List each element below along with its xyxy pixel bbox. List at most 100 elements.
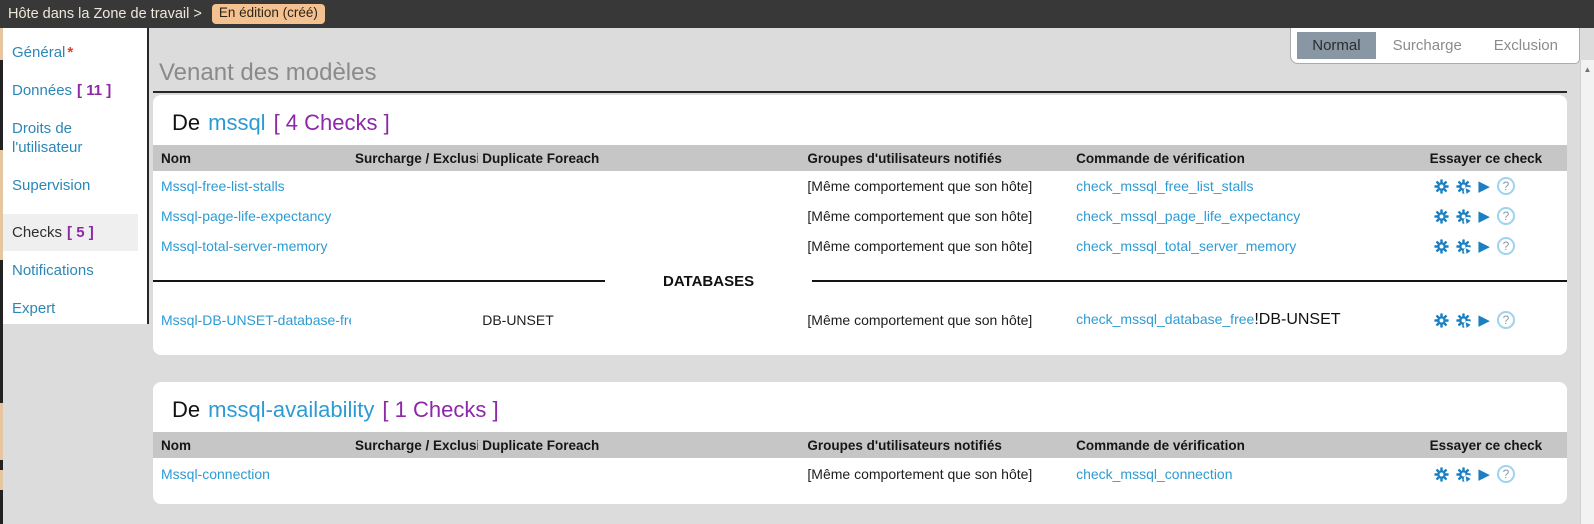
column-header-commande: Commande de vérification bbox=[1072, 151, 1426, 166]
sidebar-item-label: Expert bbox=[12, 300, 55, 317]
gear-arrow-icon[interactable] bbox=[1456, 313, 1471, 328]
required-asterisk: * bbox=[67, 44, 73, 61]
check-command-link[interactable]: check_mssql_database_free bbox=[1076, 311, 1254, 327]
try-check-actions: ▶ ? bbox=[1426, 311, 1567, 329]
separator-line bbox=[153, 280, 605, 282]
check-name-link[interactable]: Mssql-page-life-expectancy bbox=[161, 208, 331, 224]
column-header-surcharge: Surcharge / Exclusion bbox=[351, 438, 478, 453]
template-section-mssql: De mssql [ 4 Checks ] Nom Surcharge / Ex… bbox=[153, 95, 1567, 355]
gear-icon[interactable] bbox=[1434, 209, 1449, 224]
check-command-link[interactable]: check_mssql_connection bbox=[1076, 466, 1232, 482]
sidebar-item-general[interactable]: Général* bbox=[3, 43, 147, 62]
check-command-link[interactable]: check_mssql_free_list_stalls bbox=[1076, 178, 1253, 194]
check-name-link[interactable]: Mssql-connection bbox=[161, 466, 270, 482]
section-header: De mssql [ 4 Checks ] bbox=[153, 95, 1567, 145]
duplicate-cell: DB-UNSET bbox=[478, 312, 803, 328]
template-name-link[interactable]: mssql bbox=[208, 110, 265, 136]
table-row: Mssql-connection [Même comportement que … bbox=[153, 458, 1567, 490]
toggle-surcharge[interactable]: Surcharge bbox=[1378, 32, 1477, 59]
table-row: Mssql-total-server-memory [Même comporte… bbox=[153, 231, 1567, 261]
play-icon[interactable]: ▶ bbox=[1478, 209, 1490, 224]
column-header-surcharge: Surcharge / Exclusion bbox=[351, 151, 478, 166]
play-icon[interactable]: ▶ bbox=[1478, 467, 1490, 482]
column-header-groupes: Groupes d'utilisateurs notifiés bbox=[803, 438, 1072, 453]
toggle-exclusion[interactable]: Exclusion bbox=[1479, 32, 1573, 59]
sidebar-item-label: Général bbox=[12, 44, 65, 61]
toggle-normal[interactable]: Normal bbox=[1297, 32, 1375, 59]
question-circle-icon[interactable]: ? bbox=[1497, 177, 1515, 195]
play-icon[interactable]: ▶ bbox=[1478, 313, 1490, 328]
notified-groups-cell: [Même comportement que son hôte] bbox=[803, 208, 1072, 224]
play-icon[interactable]: ▶ bbox=[1478, 239, 1490, 254]
column-header-groupes: Groupes d'utilisateurs notifiés bbox=[803, 151, 1072, 166]
checks-count: [ 4 Checks ] bbox=[274, 110, 390, 136]
sidebar-item-checks[interactable]: Checks [ 5 ] bbox=[3, 214, 138, 251]
vertical-scrollbar[interactable]: ▲ bbox=[1580, 60, 1594, 524]
sidebar-item-label: Checks bbox=[12, 224, 62, 241]
question-circle-icon[interactable]: ? bbox=[1497, 237, 1515, 255]
try-check-actions: ▶ ? bbox=[1426, 207, 1567, 225]
gear-arrow-icon[interactable] bbox=[1456, 467, 1471, 482]
question-circle-icon[interactable]: ? bbox=[1497, 465, 1515, 483]
item-count-badge: [ 5 ] bbox=[67, 224, 94, 241]
try-check-actions: ▶ ? bbox=[1426, 465, 1567, 483]
column-header-duplicate: Duplicate Foreach bbox=[478, 151, 803, 166]
question-circle-icon[interactable]: ? bbox=[1497, 207, 1515, 225]
column-header-nom: Nom bbox=[153, 438, 351, 453]
sidebar-item-expert[interactable]: Expert bbox=[3, 299, 147, 318]
scroll-up-icon[interactable]: ▲ bbox=[1581, 60, 1594, 74]
gear-icon[interactable] bbox=[1434, 239, 1449, 254]
play-icon[interactable]: ▶ bbox=[1478, 179, 1490, 194]
column-header-essayer: Essayer ce check bbox=[1426, 151, 1567, 166]
table-row: Mssql-page-life-expectancy [Même comport… bbox=[153, 201, 1567, 231]
column-header-nom: Nom bbox=[153, 151, 351, 166]
section-prefix: De bbox=[172, 397, 200, 423]
table-header: Nom Surcharge / Exclusion Duplicate Fore… bbox=[153, 145, 1567, 171]
table-row: Mssql-DB-UNSET-database-free DB-UNSET [M… bbox=[153, 301, 1567, 339]
check-name-link[interactable]: Mssql-total-server-memory bbox=[161, 238, 327, 254]
template-name-link[interactable]: mssql-availability bbox=[208, 397, 374, 423]
question-circle-icon[interactable]: ? bbox=[1497, 311, 1515, 329]
sidebar-item-droits-utilisateur[interactable]: Droits de l'utilisateur bbox=[3, 119, 147, 157]
notified-groups-cell: [Même comportement que son hôte] bbox=[803, 178, 1072, 194]
column-header-essayer: Essayer ce check bbox=[1426, 438, 1567, 453]
gear-icon[interactable] bbox=[1434, 313, 1449, 328]
notified-groups-cell: [Même comportement que son hôte] bbox=[803, 466, 1072, 482]
top-bar: Hôte dans la Zone de travail > En éditio… bbox=[0, 0, 1594, 28]
check-command-link[interactable]: check_mssql_page_life_expectancy bbox=[1076, 208, 1300, 224]
try-check-actions: ▶ ? bbox=[1426, 237, 1567, 255]
sidebar-item-donnees[interactable]: Données[ 11 ] bbox=[3, 81, 147, 100]
column-header-duplicate: Duplicate Foreach bbox=[478, 438, 803, 453]
sidebar-item-label: Notifications bbox=[12, 262, 94, 279]
check-name-link[interactable]: Mssql-DB-UNSET-database-free bbox=[161, 312, 351, 328]
separator-label: DATABASES bbox=[663, 273, 754, 290]
sidebar-item-notifications[interactable]: Notifications bbox=[3, 261, 147, 280]
sidebar-item-supervision[interactable]: Supervision bbox=[3, 176, 147, 195]
template-section-mssql-availability: De mssql-availability [ 1 Checks ] Nom S… bbox=[153, 382, 1567, 504]
sidebar-item-label: Supervision bbox=[12, 177, 90, 194]
checks-count: [ 1 Checks ] bbox=[382, 397, 498, 423]
notified-groups-cell: [Même comportement que son hôte] bbox=[803, 238, 1072, 254]
gear-arrow-icon[interactable] bbox=[1456, 209, 1471, 224]
page-title: Venant des modèles bbox=[159, 59, 377, 86]
separator-line bbox=[812, 280, 1567, 282]
sidebar: Général* Données[ 11 ] Droits de l'utili… bbox=[3, 28, 149, 324]
column-header-commande: Commande de vérification bbox=[1072, 438, 1426, 453]
main-content: Normal Surcharge Exclusion Venant des mo… bbox=[149, 28, 1580, 524]
section-prefix: De bbox=[172, 110, 200, 136]
table-row: Mssql-free-list-stalls [Même comportemen… bbox=[153, 171, 1567, 201]
check-name-link[interactable]: Mssql-free-list-stalls bbox=[161, 178, 285, 194]
table-header: Nom Surcharge / Exclusion Duplicate Fore… bbox=[153, 432, 1567, 458]
try-check-actions: ▶ ? bbox=[1426, 177, 1567, 195]
gear-arrow-icon[interactable] bbox=[1456, 239, 1471, 254]
page-title-wrap: Venant des modèles bbox=[153, 59, 1567, 93]
gear-icon[interactable] bbox=[1434, 467, 1449, 482]
command-argument: !DB-UNSET bbox=[1254, 311, 1340, 328]
item-count-badge: [ 11 ] bbox=[77, 82, 111, 99]
edit-status-badge: En édition (créé) bbox=[212, 4, 325, 24]
sidebar-item-label: Droits de l'utilisateur bbox=[12, 120, 82, 156]
check-command-link[interactable]: check_mssql_total_server_memory bbox=[1076, 238, 1296, 254]
gear-arrow-icon[interactable] bbox=[1456, 179, 1471, 194]
gear-icon[interactable] bbox=[1434, 179, 1449, 194]
section-header: De mssql-availability [ 1 Checks ] bbox=[153, 382, 1567, 432]
